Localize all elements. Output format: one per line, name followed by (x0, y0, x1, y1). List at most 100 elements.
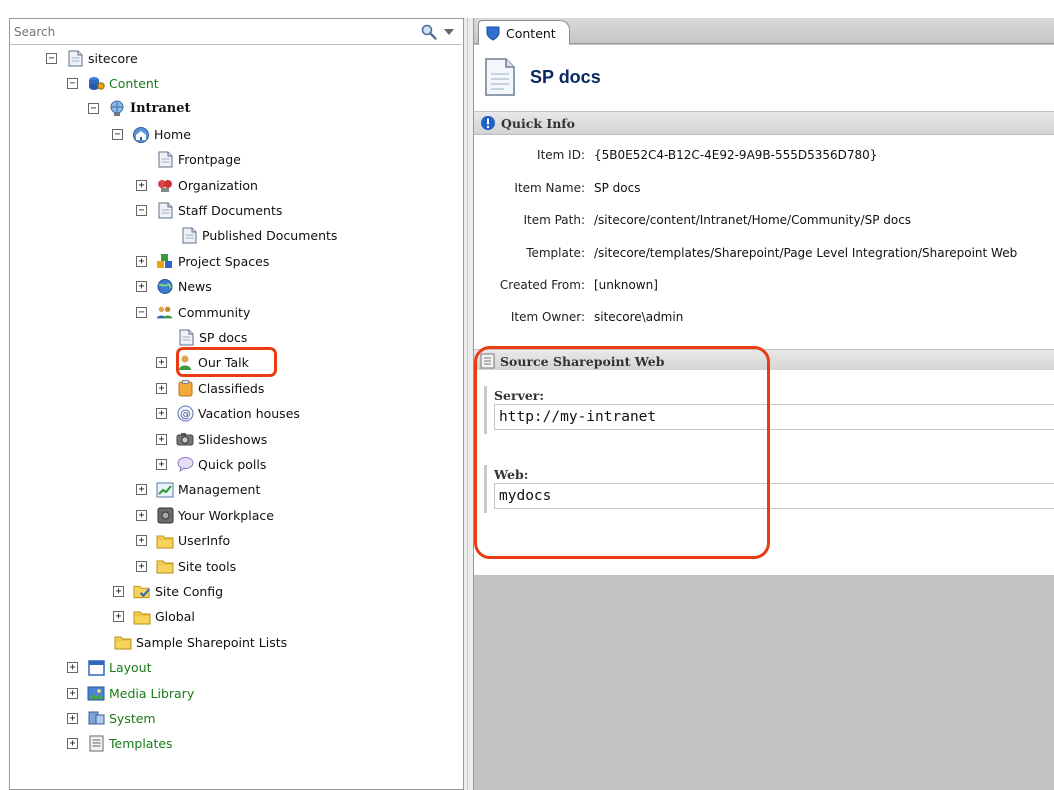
tree-item-templates[interactable]: + Templates (67, 733, 173, 755)
tree-item-news[interactable]: + News (136, 276, 212, 298)
info-key: Item ID: (537, 148, 585, 162)
source-sharepoint-section: Server: Web: (474, 370, 1054, 590)
expand-toggle-icon[interactable]: + (67, 687, 78, 699)
project-spaces-icon (156, 252, 174, 270)
info-row-item-path: Item Path: /sitecore/content/Intranet/Ho… (474, 210, 1054, 230)
tree-item-label: System (109, 710, 156, 726)
tree-item-label: Frontpage (178, 152, 241, 168)
tree-item-frontpage[interactable]: Frontpage (156, 149, 241, 171)
info-row-created-from: Created From: [unknown] (474, 275, 1054, 295)
tree-item-label: Layout (109, 660, 152, 676)
section-form-icon (480, 353, 495, 369)
expand-toggle-icon[interactable]: + (156, 433, 167, 445)
search-input[interactable] (12, 22, 412, 42)
search-icon[interactable] (420, 23, 438, 41)
editor-tab-bar: Content (474, 18, 1054, 45)
pane-splitter[interactable] (463, 18, 474, 790)
expand-toggle-icon[interactable]: + (136, 484, 147, 496)
tree-item-vacation-houses[interactable]: + @ Vacation houses (156, 403, 300, 425)
editor-pane: Content SP docs Quick Info Item ID: {5B0… (474, 18, 1054, 790)
tree-item-community[interactable]: − Community (136, 301, 250, 323)
collapse-toggle-icon[interactable]: − (136, 306, 147, 318)
tree-item-label: Published Documents (202, 228, 338, 244)
tree-item-your-workplace[interactable]: + Your Workplace (136, 504, 274, 526)
folder-check-icon (133, 582, 151, 600)
info-value: /sitecore/content/Intranet/Home/Communit… (594, 213, 912, 227)
tree-item-slideshows[interactable]: + Slideshows (156, 428, 267, 450)
server-input[interactable] (494, 404, 1054, 430)
collapse-toggle-icon[interactable]: − (112, 128, 123, 140)
organization-icon (156, 176, 174, 194)
editor-content: SP docs Quick Info Item ID: {5B0E52C4-B1… (474, 45, 1054, 590)
item-header: SP docs (474, 45, 1054, 109)
expand-toggle-icon[interactable]: + (156, 357, 167, 369)
expand-toggle-icon[interactable]: + (136, 560, 147, 572)
tree-item-label: Project Spaces (178, 253, 270, 269)
info-key: Template: (526, 246, 585, 260)
server-label: Server: (494, 388, 544, 403)
clipboard-icon (176, 379, 194, 397)
expand-toggle-icon[interactable]: + (136, 255, 147, 267)
page-icon (66, 49, 84, 67)
tree-item-system[interactable]: + System (67, 707, 156, 729)
expand-toggle-icon[interactable]: + (136, 535, 147, 547)
tree-item-sitecore[interactable]: − sitecore (46, 47, 138, 69)
expand-toggle-icon[interactable]: + (136, 509, 147, 521)
tree-item-content[interactable]: − Content (67, 72, 159, 94)
search-dropdown-icon[interactable] (444, 29, 454, 35)
document-icon (485, 58, 515, 96)
tree-item-site-tools[interactable]: + Site tools (136, 555, 236, 577)
info-icon (481, 116, 495, 130)
tree-item-label: Classifieds (198, 380, 265, 396)
tree-item-management[interactable]: + Management (136, 479, 260, 501)
tree-item-label: Community (178, 304, 251, 320)
content-tab-icon (484, 24, 502, 42)
tree-item-quick-polls[interactable]: + Quick polls (156, 453, 266, 475)
expand-toggle-icon[interactable]: + (156, 382, 167, 394)
expand-toggle-icon[interactable]: + (156, 408, 167, 420)
expand-toggle-icon[interactable]: + (113, 611, 124, 623)
expand-toggle-icon[interactable]: + (156, 458, 167, 470)
quick-info-header[interactable]: Quick Info (474, 111, 1054, 135)
tree-item-intranet[interactable]: − Intranet (88, 98, 191, 120)
content-editor-window: −sitecore−Content−Intranet−HomeFrontpage… (0, 0, 1054, 790)
expand-toggle-icon[interactable]: + (67, 712, 78, 724)
tree-item-label: News (178, 279, 212, 295)
item-title: SP docs (530, 66, 601, 87)
tree-item-label: Vacation houses (198, 406, 300, 422)
camera-icon (176, 430, 194, 448)
expand-toggle-icon[interactable]: + (136, 179, 147, 191)
expand-toggle-icon[interactable]: + (67, 738, 78, 750)
tree-item-media-library[interactable]: + Media Library (67, 682, 194, 704)
tree-item-published-documents[interactable]: Published Documents (180, 225, 337, 247)
tree-item-layout[interactable]: + Layout (67, 657, 152, 679)
chart-icon (156, 481, 174, 499)
tree-item-sp-docs[interactable]: SP docs (177, 326, 247, 348)
web-input[interactable] (494, 483, 1054, 509)
expand-toggle-icon[interactable]: + (113, 585, 124, 597)
tree-item-classifieds[interactable]: + Classifieds (156, 377, 264, 399)
info-value: {5B0E52C4-B12C-4E92-9A9B-555D5356D780} (594, 148, 878, 162)
tree-item-site-config[interactable]: + Site Config (113, 580, 223, 602)
expand-toggle-icon[interactable]: + (136, 281, 147, 293)
search-bar (10, 19, 462, 45)
tree-item-label: Global (155, 609, 195, 625)
web-field: Web: (484, 465, 1054, 513)
info-key: Item Name: (514, 181, 585, 195)
tab-content[interactable]: Content (478, 20, 570, 45)
expand-toggle-icon[interactable]: + (67, 662, 78, 674)
collapse-toggle-icon[interactable]: − (67, 77, 78, 89)
tree-item-userinfo[interactable]: + UserInfo (136, 530, 230, 552)
tree-item-home[interactable]: − Home (112, 123, 191, 145)
tree-item-project-spaces[interactable]: + Project Spaces (136, 250, 269, 272)
tree-item-staff-documents[interactable]: − Staff Documents (136, 199, 282, 221)
collapse-toggle-icon[interactable]: − (46, 52, 57, 64)
tree-item-organization[interactable]: + Organization (136, 174, 258, 196)
info-value: [unknown] (594, 278, 658, 292)
tree-item-sample-sharepoint-lists[interactable]: Sample Sharepoint Lists (114, 631, 287, 653)
globe-person-icon (108, 100, 126, 118)
collapse-toggle-icon[interactable]: − (88, 103, 99, 115)
tree-item-global[interactable]: + Global (113, 606, 195, 628)
content-db-icon (87, 74, 105, 92)
collapse-toggle-icon[interactable]: − (136, 204, 147, 216)
